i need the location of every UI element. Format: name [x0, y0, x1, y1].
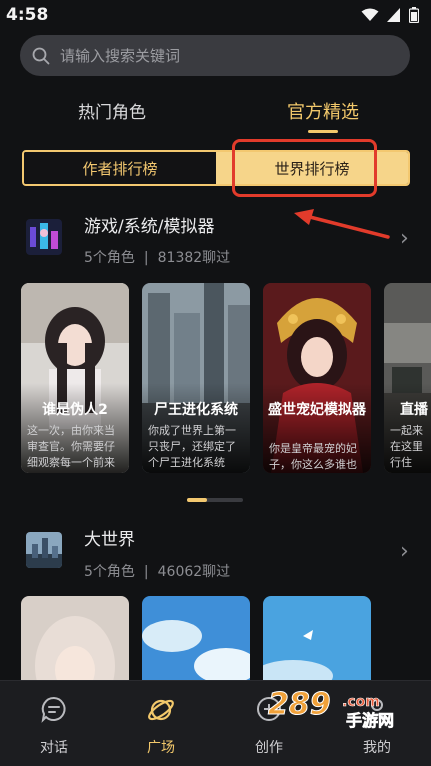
role-count: 5个角色 — [84, 250, 135, 266]
nav-label: 创作 — [255, 740, 283, 756]
watermark-logo: 289 .com 手游网 — [268, 687, 395, 731]
annotation-arrow-icon — [294, 209, 390, 239]
role-card[interactable]: 尸王进化系统 你成了世界上第一只丧尸，还绑定了个尸王进化系统 — [142, 283, 250, 473]
card-name: 尸王进化系统 — [154, 402, 238, 418]
planet-icon — [148, 699, 174, 721]
tab-popular-roles[interactable]: 热门角色 — [78, 98, 146, 123]
category-title[interactable]: 大世界 — [84, 525, 135, 550]
status-bar: 4:58 — [0, 0, 431, 32]
chat-count: 46062聊过 — [157, 564, 231, 580]
role-count: 5个角色 — [84, 564, 135, 580]
status-time: 4:58 — [6, 5, 49, 25]
carousel-pager — [187, 498, 243, 502]
chat-count: 81382聊过 — [157, 250, 231, 266]
battery-icon — [409, 7, 419, 23]
category-thumbnail[interactable] — [26, 219, 62, 255]
nav-plaza[interactable]: 广场 — [118, 681, 204, 766]
svg-text:.com: .com — [342, 694, 380, 710]
svg-text:289: 289 — [268, 687, 331, 722]
nav-label: 对话 — [40, 740, 68, 756]
search-icon — [32, 47, 50, 64]
role-card[interactable]: 直播 一起来在这里行住 — [384, 283, 431, 473]
card-description: 你是皇帝最宠的妃子，你这么多谁也斗 — [269, 442, 357, 471]
card-description: 这一次，由你来当审查官。你需要仔细观察每一个前来 — [27, 424, 115, 469]
card-name: 盛世宠妃模拟器 — [268, 402, 366, 418]
chevron-right-icon[interactable]: › — [400, 226, 409, 251]
role-card[interactable]: 谁是伪人2 这一次，由你来当审查官。你需要仔细观察每一个前来 — [21, 283, 129, 473]
annotation-highlight-box — [232, 139, 377, 197]
category-title[interactable]: 游戏/系统/模拟器 — [84, 212, 214, 237]
nav-label: 我的 — [363, 740, 391, 756]
chat-bubble-icon — [41, 696, 66, 723]
category-meta: 5个角色 | 46062聊过 — [84, 564, 231, 580]
tab-official-picks[interactable]: 官方精选 — [287, 98, 359, 124]
active-tab-indicator — [308, 130, 338, 133]
role-card[interactable]: 盛世宠妃模拟器 你是皇帝最宠的妃子，你这么多谁也斗 — [263, 283, 371, 473]
nav-label: 广场 — [147, 740, 175, 756]
wifi-icon — [361, 8, 379, 21]
search-bar[interactable]: 请输入搜索关键词 — [20, 35, 410, 76]
card-description: 你成了世界上第一只丧尸，还绑定了个尸王进化系统 — [148, 424, 236, 469]
search-input[interactable]: 请输入搜索关键词 — [60, 45, 180, 66]
segment-author-ranking[interactable]: 作者排行榜 — [24, 152, 216, 184]
signal-icon — [387, 8, 400, 22]
chevron-right-icon[interactable]: › — [400, 539, 409, 564]
category-meta: 5个角色 | 81382聊过 — [84, 250, 231, 266]
nav-chat[interactable]: 对话 — [11, 681, 97, 766]
card-description: 一起来在这里行住 — [390, 424, 423, 469]
card-name: 谁是伪人2 — [42, 402, 108, 418]
svg-text:手游网: 手游网 — [346, 711, 394, 730]
card-name: 直播 — [400, 402, 428, 418]
category-thumbnail[interactable] — [26, 532, 62, 568]
